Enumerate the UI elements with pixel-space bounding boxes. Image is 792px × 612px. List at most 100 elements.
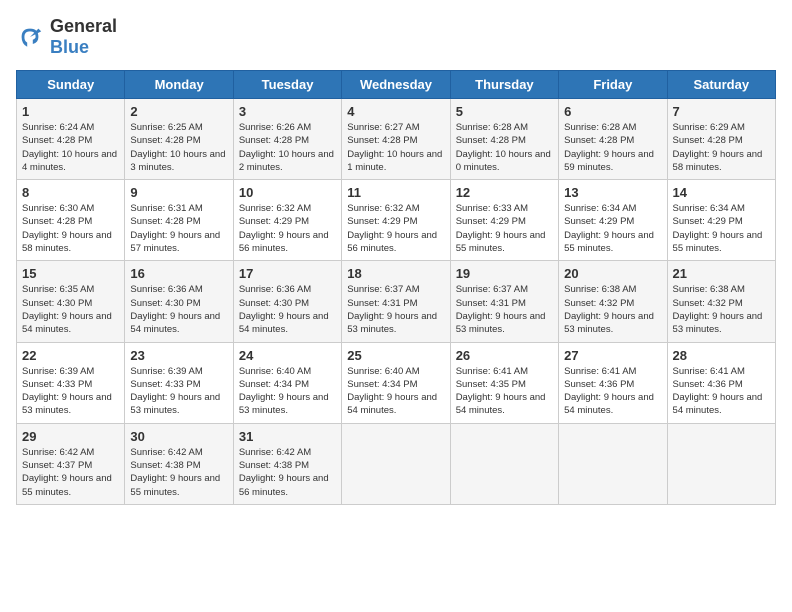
day-info: Sunrise: 6:38 AM Sunset: 4:32 PM Dayligh… (564, 283, 661, 336)
day-info: Sunrise: 6:42 AM Sunset: 4:38 PM Dayligh… (239, 446, 336, 499)
day-number: 22 (22, 348, 119, 363)
calendar-week-row: 15 Sunrise: 6:35 AM Sunset: 4:30 PM Dayl… (17, 261, 776, 342)
calendar-cell: 21 Sunrise: 6:38 AM Sunset: 4:32 PM Dayl… (667, 261, 775, 342)
calendar-cell: 30 Sunrise: 6:42 AM Sunset: 4:38 PM Dayl… (125, 423, 233, 504)
day-number: 9 (130, 185, 227, 200)
calendar-cell (667, 423, 775, 504)
day-number: 13 (564, 185, 661, 200)
calendar-cell: 5 Sunrise: 6:28 AM Sunset: 4:28 PM Dayli… (450, 99, 558, 180)
page-header: General Blue (16, 16, 776, 58)
day-info: Sunrise: 6:25 AM Sunset: 4:28 PM Dayligh… (130, 121, 227, 174)
day-info: Sunrise: 6:40 AM Sunset: 4:34 PM Dayligh… (239, 365, 336, 418)
day-number: 21 (673, 266, 770, 281)
calendar-cell: 19 Sunrise: 6:37 AM Sunset: 4:31 PM Dayl… (450, 261, 558, 342)
day-number: 5 (456, 104, 553, 119)
calendar-week-row: 8 Sunrise: 6:30 AM Sunset: 4:28 PM Dayli… (17, 180, 776, 261)
day-info: Sunrise: 6:41 AM Sunset: 4:36 PM Dayligh… (673, 365, 770, 418)
day-number: 31 (239, 429, 336, 444)
day-info: Sunrise: 6:39 AM Sunset: 4:33 PM Dayligh… (130, 365, 227, 418)
logo-blue: Blue (50, 37, 89, 57)
day-number: 29 (22, 429, 119, 444)
calendar-cell: 22 Sunrise: 6:39 AM Sunset: 4:33 PM Dayl… (17, 342, 125, 423)
day-info: Sunrise: 6:38 AM Sunset: 4:32 PM Dayligh… (673, 283, 770, 336)
calendar-weekday: Sunday (17, 71, 125, 99)
calendar-cell: 15 Sunrise: 6:35 AM Sunset: 4:30 PM Dayl… (17, 261, 125, 342)
calendar-cell: 1 Sunrise: 6:24 AM Sunset: 4:28 PM Dayli… (17, 99, 125, 180)
calendar-weekday: Thursday (450, 71, 558, 99)
day-info: Sunrise: 6:41 AM Sunset: 4:35 PM Dayligh… (456, 365, 553, 418)
day-info: Sunrise: 6:42 AM Sunset: 4:37 PM Dayligh… (22, 446, 119, 499)
day-info: Sunrise: 6:41 AM Sunset: 4:36 PM Dayligh… (564, 365, 661, 418)
calendar-cell: 14 Sunrise: 6:34 AM Sunset: 4:29 PM Dayl… (667, 180, 775, 261)
logo: General Blue (16, 16, 117, 58)
calendar-cell: 31 Sunrise: 6:42 AM Sunset: 4:38 PM Dayl… (233, 423, 341, 504)
calendar-cell: 7 Sunrise: 6:29 AM Sunset: 4:28 PM Dayli… (667, 99, 775, 180)
calendar-cell: 25 Sunrise: 6:40 AM Sunset: 4:34 PM Dayl… (342, 342, 450, 423)
day-info: Sunrise: 6:24 AM Sunset: 4:28 PM Dayligh… (22, 121, 119, 174)
day-info: Sunrise: 6:29 AM Sunset: 4:28 PM Dayligh… (673, 121, 770, 174)
day-info: Sunrise: 6:26 AM Sunset: 4:28 PM Dayligh… (239, 121, 336, 174)
day-info: Sunrise: 6:39 AM Sunset: 4:33 PM Dayligh… (22, 365, 119, 418)
calendar-cell: 17 Sunrise: 6:36 AM Sunset: 4:30 PM Dayl… (233, 261, 341, 342)
day-info: Sunrise: 6:42 AM Sunset: 4:38 PM Dayligh… (130, 446, 227, 499)
day-number: 15 (22, 266, 119, 281)
day-info: Sunrise: 6:32 AM Sunset: 4:29 PM Dayligh… (347, 202, 444, 255)
day-number: 10 (239, 185, 336, 200)
day-info: Sunrise: 6:34 AM Sunset: 4:29 PM Dayligh… (564, 202, 661, 255)
day-number: 19 (456, 266, 553, 281)
day-number: 18 (347, 266, 444, 281)
calendar-weekday: Wednesday (342, 71, 450, 99)
calendar-cell: 27 Sunrise: 6:41 AM Sunset: 4:36 PM Dayl… (559, 342, 667, 423)
day-info: Sunrise: 6:31 AM Sunset: 4:28 PM Dayligh… (130, 202, 227, 255)
day-number: 28 (673, 348, 770, 363)
calendar-cell: 10 Sunrise: 6:32 AM Sunset: 4:29 PM Dayl… (233, 180, 341, 261)
calendar-week-row: 29 Sunrise: 6:42 AM Sunset: 4:37 PM Dayl… (17, 423, 776, 504)
day-number: 8 (22, 185, 119, 200)
day-info: Sunrise: 6:36 AM Sunset: 4:30 PM Dayligh… (130, 283, 227, 336)
day-info: Sunrise: 6:33 AM Sunset: 4:29 PM Dayligh… (456, 202, 553, 255)
calendar-weekday: Friday (559, 71, 667, 99)
calendar-cell: 4 Sunrise: 6:27 AM Sunset: 4:28 PM Dayli… (342, 99, 450, 180)
calendar-cell (450, 423, 558, 504)
calendar-cell: 18 Sunrise: 6:37 AM Sunset: 4:31 PM Dayl… (342, 261, 450, 342)
calendar-cell: 2 Sunrise: 6:25 AM Sunset: 4:28 PM Dayli… (125, 99, 233, 180)
day-number: 26 (456, 348, 553, 363)
calendar-cell: 11 Sunrise: 6:32 AM Sunset: 4:29 PM Dayl… (342, 180, 450, 261)
calendar-cell: 23 Sunrise: 6:39 AM Sunset: 4:33 PM Dayl… (125, 342, 233, 423)
day-number: 3 (239, 104, 336, 119)
day-info: Sunrise: 6:28 AM Sunset: 4:28 PM Dayligh… (564, 121, 661, 174)
calendar-cell: 20 Sunrise: 6:38 AM Sunset: 4:32 PM Dayl… (559, 261, 667, 342)
day-number: 27 (564, 348, 661, 363)
day-info: Sunrise: 6:27 AM Sunset: 4:28 PM Dayligh… (347, 121, 444, 174)
day-number: 20 (564, 266, 661, 281)
calendar-weekday: Saturday (667, 71, 775, 99)
calendar-cell: 28 Sunrise: 6:41 AM Sunset: 4:36 PM Dayl… (667, 342, 775, 423)
day-number: 12 (456, 185, 553, 200)
calendar-cell: 9 Sunrise: 6:31 AM Sunset: 4:28 PM Dayli… (125, 180, 233, 261)
calendar-cell: 24 Sunrise: 6:40 AM Sunset: 4:34 PM Dayl… (233, 342, 341, 423)
day-info: Sunrise: 6:36 AM Sunset: 4:30 PM Dayligh… (239, 283, 336, 336)
calendar-cell: 12 Sunrise: 6:33 AM Sunset: 4:29 PM Dayl… (450, 180, 558, 261)
day-number: 4 (347, 104, 444, 119)
day-number: 30 (130, 429, 227, 444)
calendar-weekday: Monday (125, 71, 233, 99)
day-info: Sunrise: 6:34 AM Sunset: 4:29 PM Dayligh… (673, 202, 770, 255)
day-info: Sunrise: 6:28 AM Sunset: 4:28 PM Dayligh… (456, 121, 553, 174)
day-number: 17 (239, 266, 336, 281)
logo-general: General (50, 16, 117, 36)
calendar-cell: 3 Sunrise: 6:26 AM Sunset: 4:28 PM Dayli… (233, 99, 341, 180)
day-info: Sunrise: 6:30 AM Sunset: 4:28 PM Dayligh… (22, 202, 119, 255)
day-number: 2 (130, 104, 227, 119)
calendar-cell (342, 423, 450, 504)
calendar-cell: 8 Sunrise: 6:30 AM Sunset: 4:28 PM Dayli… (17, 180, 125, 261)
calendar-table: SundayMondayTuesdayWednesdayThursdayFrid… (16, 70, 776, 505)
day-number: 24 (239, 348, 336, 363)
calendar-cell: 6 Sunrise: 6:28 AM Sunset: 4:28 PM Dayli… (559, 99, 667, 180)
calendar-cell: 16 Sunrise: 6:36 AM Sunset: 4:30 PM Dayl… (125, 261, 233, 342)
calendar-cell: 26 Sunrise: 6:41 AM Sunset: 4:35 PM Dayl… (450, 342, 558, 423)
day-number: 25 (347, 348, 444, 363)
day-number: 16 (130, 266, 227, 281)
day-info: Sunrise: 6:35 AM Sunset: 4:30 PM Dayligh… (22, 283, 119, 336)
day-info: Sunrise: 6:40 AM Sunset: 4:34 PM Dayligh… (347, 365, 444, 418)
day-info: Sunrise: 6:37 AM Sunset: 4:31 PM Dayligh… (347, 283, 444, 336)
